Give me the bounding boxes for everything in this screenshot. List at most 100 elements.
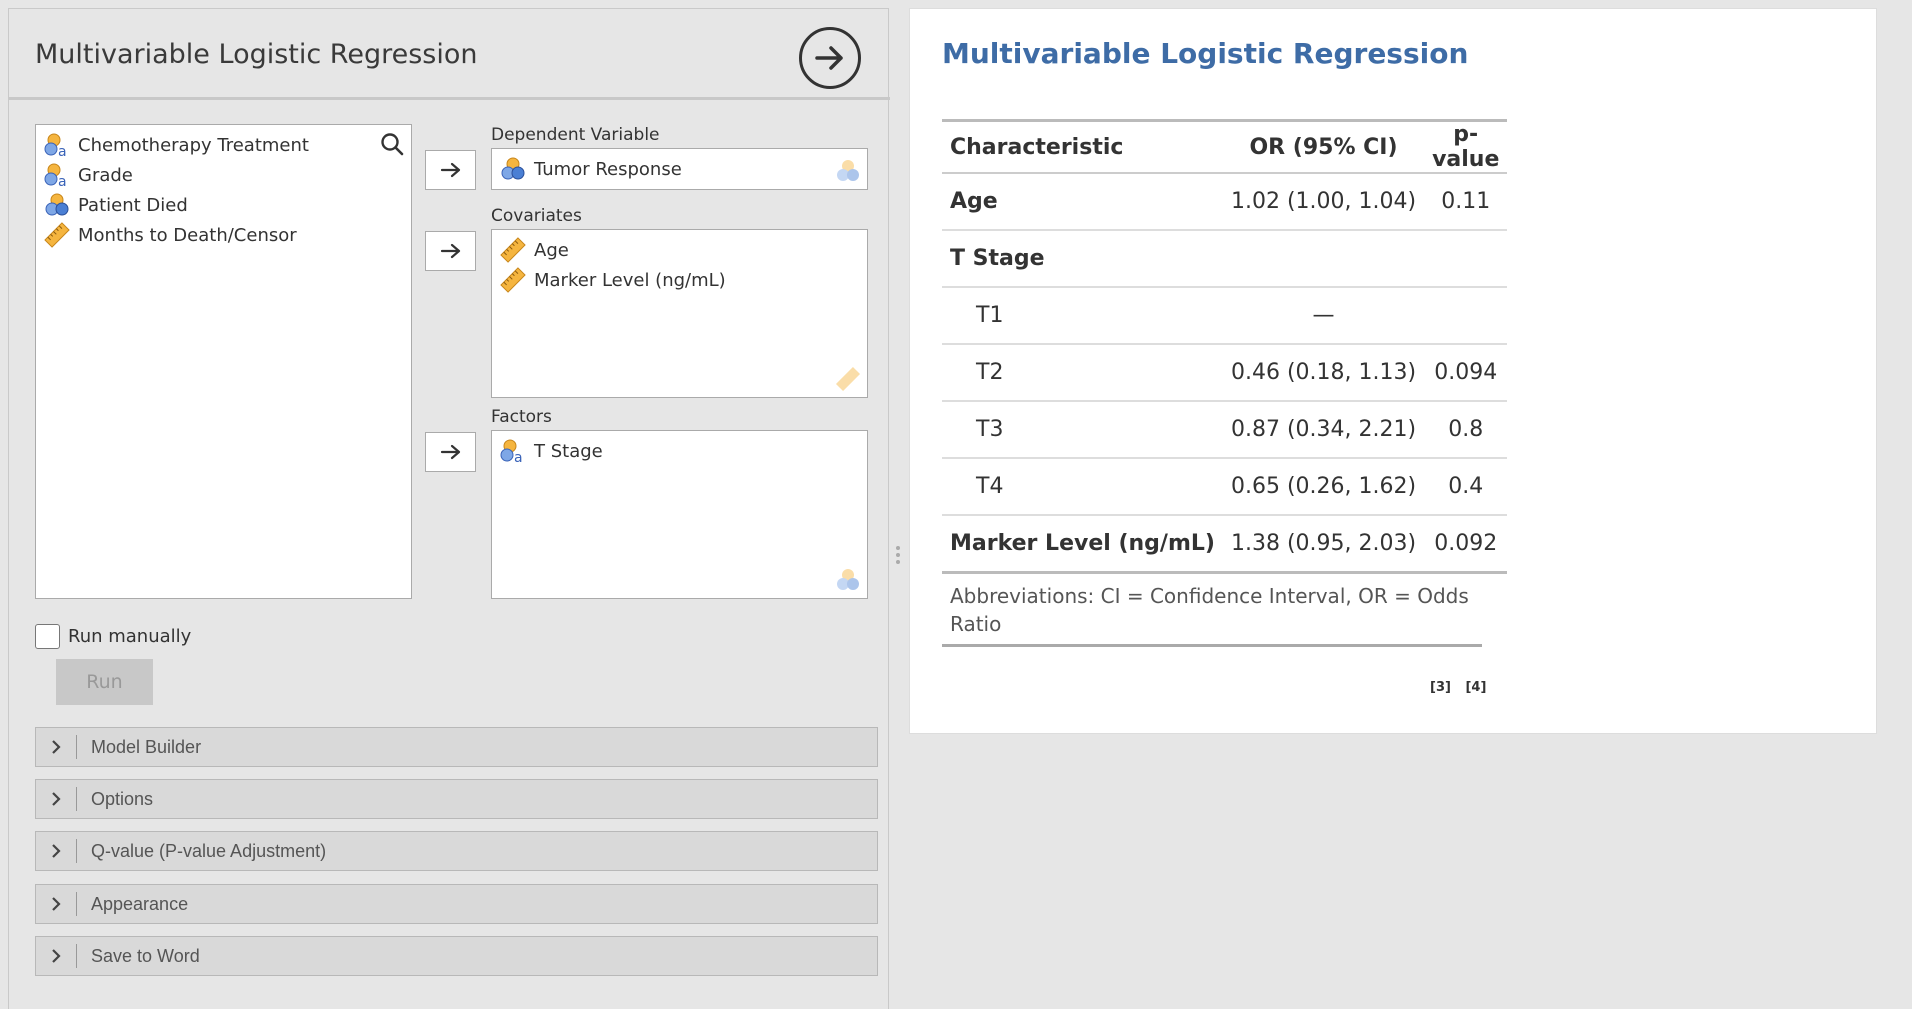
table-row: T2 0.46 (0.18, 1.13) 0.094 — [942, 344, 1508, 402]
nominal-text-icon: a — [44, 163, 67, 188]
table-footnote: Abbreviations: CI = Confidence Interval,… — [942, 582, 1482, 647]
continuous-ruler-icon — [44, 222, 70, 248]
chevron-right-icon — [52, 740, 61, 754]
dependent-box[interactable]: Tumor Response — [491, 148, 868, 190]
section-q-value[interactable]: Q-value (P-value Adjustment) — [35, 831, 878, 871]
options-title: Multivariable Logistic Regression — [35, 39, 478, 70]
table-row: T Stage — [942, 230, 1508, 288]
cell-characteristic: T2 — [942, 344, 1223, 402]
variable-item-grade[interactable]: a Grade — [44, 160, 133, 190]
section-label: Save to Word — [91, 945, 200, 966]
continuous-type-hint-icon — [835, 366, 861, 392]
header-p-value: p-value — [1424, 119, 1508, 174]
variable-label: Months to Death/Censor — [78, 224, 297, 246]
results-title: Multivariable Logistic Regression — [942, 37, 1469, 70]
move-to-dependent-button[interactable] — [425, 150, 476, 190]
options-panel: Multivariable Logistic Regression a Chem… — [8, 8, 890, 1009]
chevron-right-icon — [52, 792, 61, 806]
svg-text:a: a — [58, 174, 67, 188]
table-row: Marker Level (ng/mL) 1.38 (0.95, 2.03) 0… — [942, 515, 1508, 574]
section-options[interactable]: Options — [35, 779, 878, 819]
section-label: Model Builder — [91, 736, 202, 757]
cell-characteristic: T3 — [942, 401, 1223, 459]
cell-characteristic: Age — [942, 173, 1223, 231]
cell-or: 0.65 (0.26, 1.62) — [1222, 458, 1425, 516]
run-manually-checkbox[interactable] — [35, 624, 60, 649]
cell-or: 0.87 (0.34, 2.21) — [1222, 401, 1425, 459]
variable-label: Grade — [78, 164, 133, 186]
arrow-right-icon — [440, 162, 460, 178]
table-row: T4 0.65 (0.26, 1.62) 0.4 — [942, 458, 1508, 516]
factors-box[interactable]: a T Stage — [491, 430, 868, 599]
cell-p: 0.094 — [1424, 344, 1508, 402]
cell-or — [1222, 230, 1425, 288]
covariate-label: Age — [534, 239, 569, 261]
covariates-label: Covariates — [491, 206, 582, 226]
move-to-factors-button[interactable] — [425, 432, 476, 472]
results-table: Characteristic OR (95% CI) p-value Age 1… — [942, 119, 1508, 574]
factors-label: Factors — [491, 407, 552, 427]
section-label: Q-value (P-value Adjustment) — [91, 840, 327, 861]
cell-or: 1.38 (0.95, 2.03) — [1222, 515, 1425, 574]
section-label: Options — [91, 788, 154, 809]
nominal-icon — [45, 193, 69, 216]
reference-links: [3] [4] — [1420, 680, 1486, 695]
variable-item-patient-died[interactable]: Patient Died — [44, 190, 188, 220]
move-to-covariates-button[interactable] — [425, 231, 476, 271]
section-appearance[interactable]: Appearance — [35, 884, 878, 924]
cell-characteristic: T Stage — [942, 230, 1223, 288]
panel-splitter-handle[interactable] — [893, 543, 903, 571]
header-or: OR (95% CI) — [1222, 119, 1425, 174]
svg-text:a: a — [58, 144, 67, 158]
section-model-builder[interactable]: Model Builder — [35, 727, 878, 767]
variable-item-months[interactable]: Months to Death/Censor — [44, 220, 297, 250]
results-panel: Multivariable Logistic Regression Charac… — [909, 8, 1877, 734]
cell-or: 1.02 (1.00, 1.04) — [1222, 173, 1425, 231]
go-to-results-button[interactable] — [799, 27, 861, 89]
cell-p — [1424, 287, 1508, 345]
dependent-item[interactable]: Tumor Response — [500, 154, 682, 184]
table-header-row: Characteristic OR (95% CI) p-value — [942, 119, 1508, 174]
cell-or: 0.46 (0.18, 1.13) — [1222, 344, 1425, 402]
reference-link[interactable]: [4] — [1465, 680, 1486, 695]
cell-p: 0.4 — [1424, 458, 1508, 516]
dependent-label: Dependent Variable — [491, 125, 660, 145]
run-button[interactable]: Run — [56, 659, 153, 705]
nominal-text-icon: a — [500, 439, 523, 464]
header-characteristic: Characteristic — [942, 119, 1223, 174]
continuous-ruler-icon — [500, 267, 526, 293]
covariates-box[interactable]: Age Marker Level (ng/mL) — [491, 229, 868, 398]
arrow-right-circle-icon — [815, 46, 843, 70]
dependent-item-label: Tumor Response — [534, 158, 682, 180]
cell-p: 0.092 — [1424, 515, 1508, 574]
arrow-right-icon — [440, 444, 460, 460]
svg-text:a: a — [514, 450, 523, 464]
options-header: Multivariable Logistic Regression — [9, 9, 890, 100]
nominal-type-hint-icon — [837, 160, 859, 181]
continuous-ruler-icon — [500, 237, 526, 263]
covariate-item-age[interactable]: Age — [500, 235, 569, 265]
chevron-right-icon — [52, 897, 61, 911]
cell-characteristic: T4 — [942, 458, 1223, 516]
covariate-item-marker-level[interactable]: Marker Level (ng/mL) — [500, 265, 726, 295]
variable-item-chemotherapy[interactable]: a Chemotherapy Treatment — [44, 130, 309, 160]
cell-p — [1424, 230, 1508, 288]
cell-characteristic: T1 — [942, 287, 1223, 345]
section-save-to-word[interactable]: Save to Word — [35, 936, 878, 976]
table-row: T1 — — [942, 287, 1508, 345]
factor-label: T Stage — [534, 440, 603, 462]
run-manually-option: Run manually — [35, 624, 191, 649]
reference-link[interactable]: [3] — [1430, 680, 1451, 695]
chevron-right-icon — [52, 949, 61, 963]
table-row: T3 0.87 (0.34, 2.21) 0.8 — [942, 401, 1508, 459]
nominal-text-icon: a — [44, 133, 67, 158]
nominal-type-hint-icon — [837, 569, 859, 590]
cell-or: — — [1222, 287, 1425, 345]
nominal-icon — [501, 157, 525, 180]
variables-list[interactable]: a Chemotherapy Treatment a Grade Patient… — [35, 124, 412, 599]
covariate-label: Marker Level (ng/mL) — [534, 269, 726, 291]
factor-item-t-stage[interactable]: a T Stage — [500, 436, 603, 466]
search-icon[interactable] — [379, 131, 405, 157]
section-label: Appearance — [91, 893, 189, 914]
variable-label: Chemotherapy Treatment — [78, 134, 309, 156]
